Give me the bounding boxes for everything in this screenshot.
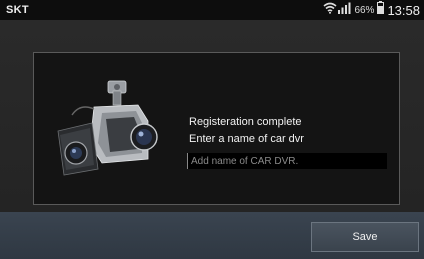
registration-complete-text: Registeration complete xyxy=(189,116,302,128)
battery-percent: 66% xyxy=(354,4,375,16)
clock: 13:58 xyxy=(387,2,420,18)
app-area: Registeration complete Enter a name of c… xyxy=(0,20,424,212)
enter-name-prompt: Enter a name of car dvr xyxy=(189,133,304,145)
registration-panel: Registeration complete Enter a name of c… xyxy=(33,52,400,205)
wifi-icon xyxy=(323,1,337,19)
status-icons: 66% 13:58 xyxy=(323,1,420,19)
signal-icon xyxy=(337,1,351,19)
save-button[interactable]: Save xyxy=(311,222,419,252)
status-bar: SKT 66% 13:58 xyxy=(0,0,424,20)
car-dvr-image xyxy=(50,73,166,185)
dvr-name-input[interactable] xyxy=(187,153,387,169)
battery-icon xyxy=(377,1,385,19)
carrier-label: SKT xyxy=(6,4,29,16)
bottom-bar: Save xyxy=(0,212,424,259)
